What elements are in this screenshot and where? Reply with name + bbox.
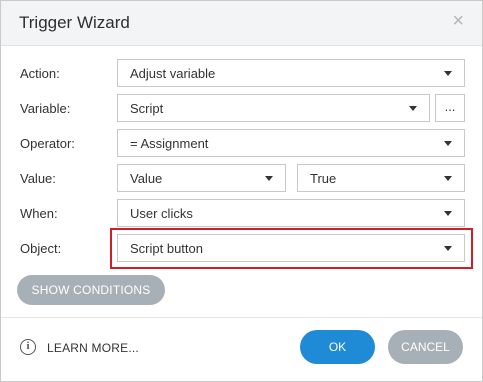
- value-select[interactable]: True: [297, 164, 465, 192]
- chevron-down-icon: [444, 176, 452, 181]
- show-conditions-button[interactable]: SHOW CONDITIONS: [17, 275, 165, 305]
- when-label: When:: [20, 206, 58, 221]
- action-select[interactable]: Adjust variable: [117, 59, 465, 87]
- when-select[interactable]: User clicks: [117, 199, 465, 227]
- chevron-down-icon: [444, 211, 452, 216]
- close-icon[interactable]: ×: [452, 11, 464, 31]
- when-select-value: User clicks: [130, 206, 193, 221]
- chevron-down-icon: [409, 106, 417, 111]
- operator-label: Operator:: [20, 136, 75, 151]
- info-icon[interactable]: i: [20, 339, 36, 355]
- value-label: Value:: [20, 171, 56, 186]
- variable-label: Variable:: [20, 101, 71, 116]
- footer-divider: [1, 317, 482, 318]
- object-label: Object:: [20, 241, 62, 256]
- value-type-select-value: Value: [130, 171, 163, 186]
- cancel-button[interactable]: CANCEL: [388, 330, 463, 364]
- variable-browse-button[interactable]: ...: [435, 94, 465, 122]
- ok-button[interactable]: OK: [300, 330, 375, 364]
- dialog-title: Trigger Wizard: [19, 13, 130, 32]
- action-label: Action:: [20, 66, 60, 81]
- variable-select[interactable]: Script: [117, 94, 430, 122]
- variable-select-value: Script: [130, 101, 164, 116]
- action-select-value: Adjust variable: [130, 66, 216, 81]
- value-select-value: True: [310, 171, 337, 186]
- chevron-down-icon: [444, 141, 452, 146]
- operator-select[interactable]: = Assignment: [117, 129, 465, 157]
- value-type-select[interactable]: Value: [117, 164, 286, 192]
- operator-select-value: = Assignment: [130, 136, 209, 151]
- dialog-titlebar: Trigger Wizard ×: [1, 1, 482, 46]
- trigger-wizard-dialog: Trigger Wizard × Action: Adjust variable…: [0, 0, 483, 382]
- chevron-down-icon: [444, 71, 452, 76]
- learn-more-link[interactable]: LEARN MORE...: [47, 341, 139, 355]
- chevron-down-icon: [265, 176, 273, 181]
- object-highlight-box: [110, 228, 473, 269]
